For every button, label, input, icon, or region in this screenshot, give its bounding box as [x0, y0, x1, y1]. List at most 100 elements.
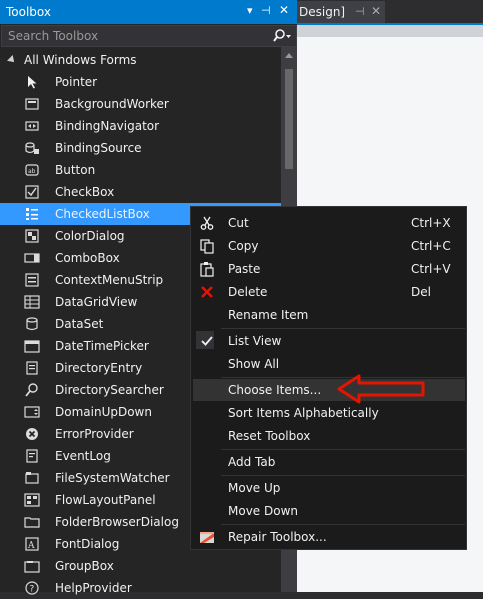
- menu-label-add-tab: Add Tab: [228, 455, 276, 469]
- toolbox-item-label: EventLog: [55, 449, 111, 463]
- toolbox-item-label: DirectoryEntry: [55, 361, 143, 375]
- svg-text:A: A: [27, 541, 35, 551]
- scroll-up-arrow-icon[interactable]: [285, 53, 293, 58]
- datagridview-icon: [24, 295, 40, 309]
- toolbox-item-label: ContextMenuStrip: [55, 273, 164, 287]
- menu-label-choose-items: Choose Items...: [228, 383, 322, 397]
- toolbox-titlebar[interactable]: Toolbox ▾ ⊣ ✕: [0, 0, 297, 24]
- menu-item-reset-toolbox[interactable]: Reset Toolbox: [193, 425, 465, 447]
- flowlayoutpanel-icon: [24, 493, 40, 507]
- menu-label-paste: Paste: [228, 262, 261, 276]
- combobox-icon: [24, 253, 40, 263]
- menu-label-delete: Delete: [228, 285, 268, 299]
- menu-item-cut[interactable]: Cut Ctrl+X: [193, 212, 465, 234]
- repair-toolbox-icon: [200, 532, 214, 543]
- toolbox-item[interactable]: GroupBox: [0, 555, 281, 577]
- menu-label-rename: Rename Item: [228, 308, 309, 322]
- designer-form-titlebar: [297, 25, 483, 37]
- menu-separator: [221, 475, 465, 476]
- search-icon[interactable]: [272, 28, 292, 44]
- toolbox-item-label: DataSet: [55, 317, 104, 331]
- group-label: All Windows Forms: [24, 53, 137, 67]
- helpprovider-icon: ?: [25, 581, 39, 595]
- toolbox-group-header[interactable]: All Windows Forms: [0, 51, 281, 71]
- toolbox-item[interactable]: CheckBox: [0, 181, 281, 203]
- eventlog-icon: [26, 449, 38, 463]
- backgroundworker-icon: [25, 98, 39, 110]
- groupbox-icon: [24, 561, 40, 573]
- bindingsource-icon: [25, 142, 39, 154]
- toolbox-search-input[interactable]: Search Toolbox: [1, 25, 297, 47]
- dataset-icon: [26, 317, 38, 331]
- bindingnavigator-icon: [25, 121, 39, 131]
- menu-separator: [221, 328, 465, 329]
- menu-label-sort: Sort Items Alphabetically: [228, 406, 379, 420]
- toolbox-item-label: FlowLayoutPanel: [55, 493, 156, 507]
- tab-pin-icon[interactable]: ⊣: [355, 5, 365, 18]
- svg-text:?: ?: [30, 585, 35, 595]
- search-placeholder: Search Toolbox: [8, 29, 99, 43]
- menu-label-repair: Repair Toolbox...: [228, 530, 327, 544]
- window-position-dropdown-icon[interactable]: ▾: [247, 4, 253, 17]
- folderbrowserdialog-icon: [24, 517, 40, 528]
- menu-item-repair-toolbox[interactable]: Repair Toolbox...: [193, 526, 465, 548]
- toolbox-item[interactable]: ? HelpProvider: [0, 577, 281, 599]
- shortcut-paste: Ctrl+V: [411, 262, 451, 276]
- menu-item-move-down[interactable]: Move Down: [193, 500, 465, 522]
- toolbox-item[interactable]: BindingSource: [0, 137, 281, 159]
- menu-item-copy[interactable]: Copy Ctrl+C: [193, 235, 465, 257]
- toolbox-item-label: ComboBox: [55, 251, 120, 265]
- datetimepicker-icon: [24, 340, 40, 353]
- toolbox-item-label: BindingSource: [55, 141, 142, 155]
- menu-item-rename[interactable]: Rename Item: [193, 304, 465, 326]
- filesystemwatcher-icon: [25, 472, 39, 484]
- paste-icon: [200, 262, 214, 277]
- toolbox-item-label: ColorDialog: [55, 229, 125, 243]
- menu-item-paste[interactable]: Paste Ctrl+V: [193, 258, 465, 280]
- toolbox-item-label: CheckedListBox: [55, 207, 150, 221]
- menu-label-reset: Reset Toolbox: [228, 429, 311, 443]
- menu-item-show-all[interactable]: Show All: [193, 353, 465, 375]
- toolbox-item-label: Button: [55, 163, 96, 177]
- fontdialog-icon: A: [25, 537, 39, 551]
- contextmenustrip-icon: [25, 273, 39, 287]
- document-tab-strip: Design] ⊣ ✕: [297, 0, 483, 24]
- toolbox-item-label: FontDialog: [55, 537, 120, 551]
- menu-item-add-tab[interactable]: Add Tab: [193, 451, 465, 473]
- toolbox-item-label: CheckBox: [55, 185, 115, 199]
- document-tab-label: Design]: [299, 5, 346, 19]
- scrollbar-thumb[interactable]: [285, 69, 293, 169]
- toolbox-item[interactable]: BackgroundWorker: [0, 93, 281, 115]
- expand-arrow-icon[interactable]: [7, 55, 17, 65]
- toolbox-item-label: Pointer: [55, 75, 98, 89]
- colordialog-icon: [25, 229, 39, 243]
- close-icon[interactable]: ✕: [279, 3, 289, 17]
- checkbox-icon: [25, 185, 39, 199]
- toolbox-item-label: GroupBox: [55, 559, 114, 573]
- toolbox-item-label: DomainUpDown: [55, 405, 152, 419]
- directorysearcher-icon: [25, 383, 38, 397]
- button-icon: ab: [25, 164, 39, 176]
- menu-label-cut: Cut: [228, 216, 249, 230]
- domainupdown-icon: [24, 406, 40, 418]
- tab-close-icon[interactable]: ✕: [371, 4, 381, 18]
- toolbox-item-label: BackgroundWorker: [55, 97, 169, 111]
- toolbox-item-label: DataGridView: [55, 295, 138, 309]
- document-tab[interactable]: Design] ⊣ ✕: [297, 1, 385, 24]
- toolbox-item[interactable]: BindingNavigator: [0, 115, 281, 137]
- menu-item-sort-alphabetically[interactable]: Sort Items Alphabetically: [193, 402, 465, 424]
- toolbox-item[interactable]: Pointer: [0, 71, 281, 93]
- toolbox-title: Toolbox: [6, 5, 51, 19]
- menu-label-list-view: List View: [228, 334, 282, 348]
- menu-item-delete[interactable]: Delete Del: [193, 281, 465, 303]
- toolbox-item-label: FileSystemWatcher: [55, 471, 170, 485]
- menu-item-move-up[interactable]: Move Up: [193, 477, 465, 499]
- toolbox-item-label: FolderBrowserDialog: [55, 515, 179, 529]
- toolbox-item[interactable]: ab Button: [0, 159, 281, 181]
- delete-icon: [201, 286, 213, 298]
- menu-separator: [221, 449, 465, 450]
- menu-item-list-view[interactable]: List View: [193, 330, 465, 352]
- shortcut-delete: Del: [411, 285, 431, 299]
- annotation-arrow-icon: [337, 374, 425, 404]
- pin-icon[interactable]: ⊣: [261, 4, 271, 17]
